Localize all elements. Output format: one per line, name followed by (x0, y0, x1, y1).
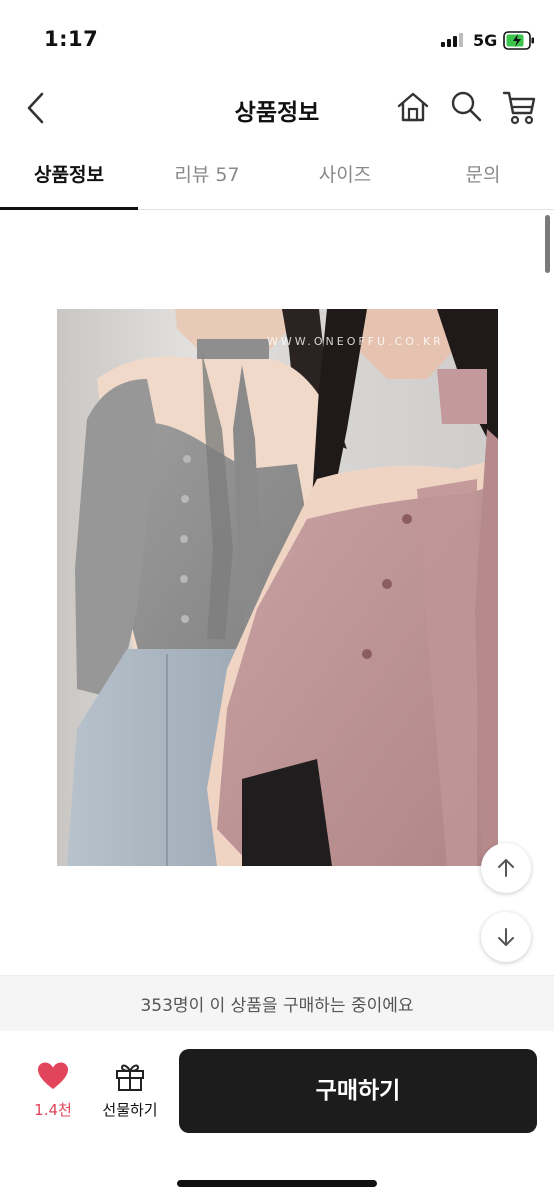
gift-label: 선물하기 (102, 1101, 158, 1119)
purchasing-now-banner: 353명이 이 상품을 구매하는 중이에요 (0, 975, 554, 1031)
cart-icon[interactable] (502, 90, 536, 126)
buy-button[interactable]: 구매하기 (179, 1049, 537, 1133)
product-image: WWW.ONEOFFU.CO.KR (57, 309, 498, 866)
home-indicator[interactable] (177, 1180, 377, 1187)
product-detail-content[interactable]: ▔ ▔ ▔ ▔▔ ▔ ▔▔ ▔ ▔ ▔▔ ▔ (0, 211, 554, 975)
arrow-down-icon (498, 928, 514, 946)
bottom-action-bar: 1.4천 선물하기 구매하기 (0, 1031, 554, 1200)
arrow-up-icon (498, 859, 514, 877)
clipped-text-fragment: ▔ ▔ ▔ ▔▔ ▔ ▔▔ ▔ ▔ ▔▔ ▔ (150, 211, 410, 215)
search-icon[interactable] (450, 90, 482, 122)
like-button[interactable]: 1.4천 (24, 1061, 82, 1127)
scrollbar[interactable] (545, 215, 550, 273)
scroll-down-button[interactable] (481, 912, 531, 962)
like-count: 1.4천 (34, 1101, 72, 1119)
tab-size[interactable]: 사이즈 (276, 150, 414, 210)
product-photo-illustration (57, 309, 498, 866)
tab-product-info[interactable]: 상품정보 (0, 150, 138, 210)
gift-button[interactable]: 선물하기 (94, 1061, 166, 1127)
home-icon[interactable] (396, 90, 430, 124)
tab-bar: 상품정보 리뷰 57 사이즈 문의 (0, 150, 554, 210)
tab-reviews[interactable]: 리뷰 57 (138, 150, 276, 210)
heart-icon (38, 1062, 68, 1089)
status-time: 1:17 (44, 27, 99, 51)
image-watermark: WWW.ONEOFFU.CO.KR (267, 335, 444, 348)
nav-bar: 상품정보 (0, 80, 554, 136)
page-title: 상품정보 (234, 100, 320, 126)
back-icon[interactable] (20, 88, 50, 128)
status-bar: 1:17 5G (0, 0, 554, 80)
scroll-up-button[interactable] (481, 843, 531, 893)
signal-icon (441, 33, 465, 47)
tab-inquiry[interactable]: 문의 (414, 150, 552, 210)
gift-icon (116, 1064, 144, 1091)
active-tab-indicator (0, 207, 138, 210)
battery-icon (503, 31, 534, 50)
network-label: 5G (473, 31, 498, 50)
